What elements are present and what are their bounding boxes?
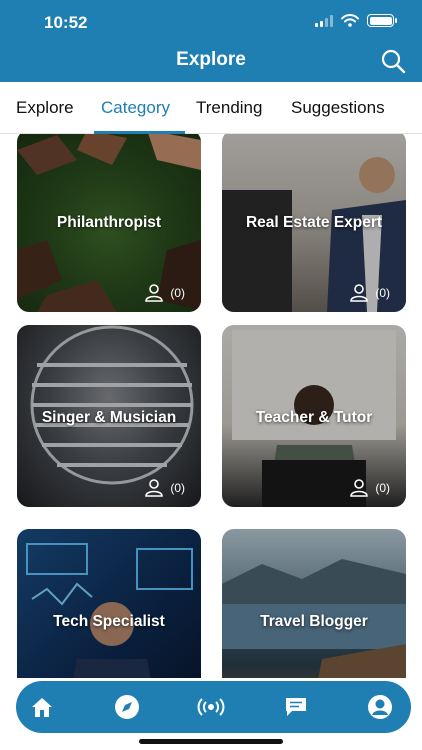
tab-suggestions[interactable]: Suggestions [291,98,385,118]
app-header: 10:52 Explore [0,0,422,82]
bottom-nav [16,681,411,733]
battery-icon [367,14,397,27]
nav-messages[interactable] [282,694,310,720]
category-name: Tech Specialist [53,613,165,630]
member-count: (0) [349,479,390,497]
tab-explore[interactable]: Explore [16,98,74,118]
member-count-value: (0) [375,286,390,300]
page-title: Explore [176,49,246,70]
home-indicator [139,739,283,744]
person-icon [145,479,164,497]
tab-category[interactable]: Category [101,98,170,118]
nav-live[interactable] [197,694,225,720]
person-icon [350,284,369,302]
card-overlay [17,529,201,678]
category-card-singer-musician[interactable]: Singer & Musician (0) [17,325,201,507]
category-card-philanthropist[interactable]: Philanthropist (0) [17,134,201,312]
signal-icon [315,14,333,27]
category-name: Real Estate Expert [245,214,383,231]
broadcast-icon [197,698,225,716]
category-card-travel-blogger[interactable]: Travel Blogger [222,529,406,678]
category-tabs: Explore Category Trending Suggestions [0,82,422,134]
category-name: Travel Blogger [260,613,368,630]
wifi-icon [341,14,359,27]
chat-icon [286,698,306,716]
nav-explore[interactable] [113,694,141,720]
card-overlay [222,529,406,678]
category-name: Singer & Musician [41,409,177,426]
home-icon [32,698,52,717]
category-card-teacher-tutor[interactable]: Teacher & Tutor (0) [222,325,406,507]
search-icon[interactable] [380,48,406,74]
member-count-value: (0) [375,481,390,495]
member-count-value: (0) [170,481,185,495]
status-time: 10:52 [44,13,88,32]
nav-profile[interactable] [366,694,394,720]
member-count: (0) [144,479,185,497]
compass-icon [115,695,139,719]
member-count: (0) [349,284,390,302]
category-grid: Philanthropist (0) Real Estate Expert (0… [0,134,422,678]
category-card-tech-specialist[interactable]: Tech Specialist [17,529,201,678]
member-count: (0) [144,284,185,302]
nav-home[interactable] [28,694,56,720]
category-name: Philanthropist [56,214,162,231]
profile-icon [368,695,392,719]
category-name: Teacher & Tutor [255,409,373,426]
tab-trending[interactable]: Trending [196,98,262,118]
status-icons [315,14,397,27]
member-count-value: (0) [170,286,185,300]
category-card-real-estate-expert[interactable]: Real Estate Expert (0) [222,134,406,312]
person-icon [350,479,369,497]
person-icon [145,284,164,302]
